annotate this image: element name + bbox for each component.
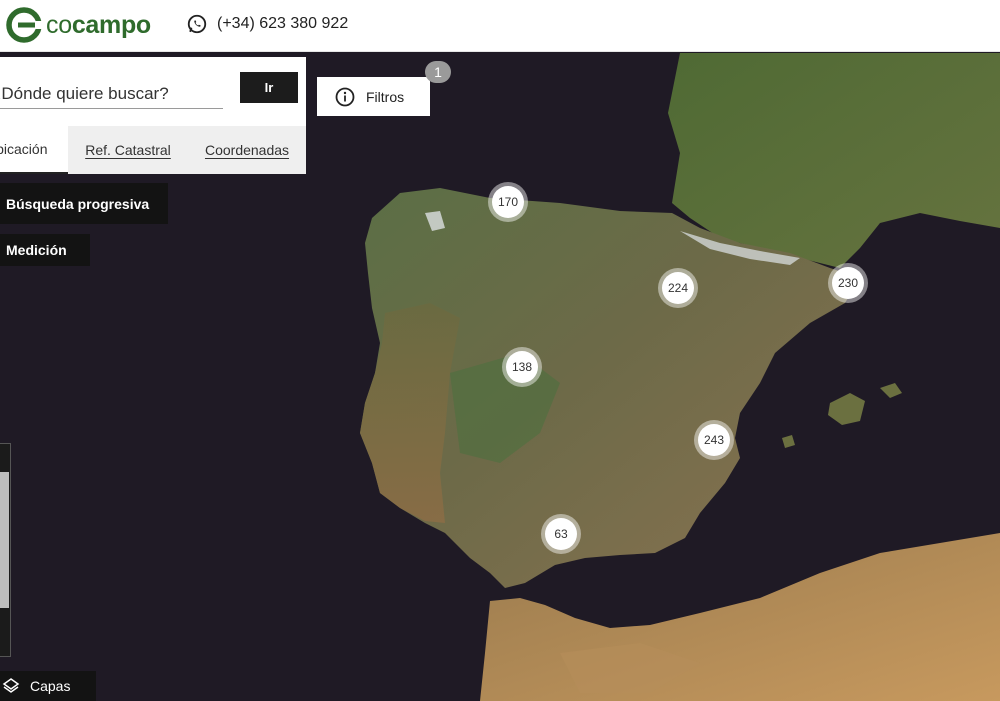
property-cluster-63[interactable]: 63 <box>541 514 581 554</box>
property-cluster-230[interactable]: 230 <box>828 263 868 303</box>
tab-ref-catastral[interactable]: Ref. Catastral <box>68 126 188 174</box>
measurement-button[interactable]: Medición <box>0 234 90 266</box>
search-go-button[interactable]: Ir <box>240 72 298 103</box>
phone-contact[interactable]: (+34) 623 380 922 <box>186 13 348 35</box>
layers-label: Capas <box>30 678 71 694</box>
filters-label: Filtros <box>366 88 405 105</box>
location-search-input[interactable] <box>0 83 223 109</box>
layers-button[interactable]: Capas <box>0 671 96 701</box>
property-cluster-224[interactable]: 224 <box>658 268 698 308</box>
filters-count-badge: 1 <box>425 61 451 83</box>
search-panel: Ir Ubicación Ref. Catastral Coordenadas <box>0 57 306 174</box>
property-cluster-243[interactable]: 243 <box>694 420 734 460</box>
logo-text: cocampo <box>46 10 151 39</box>
search-mode-tabs: Ubicación Ref. Catastral Coordenadas <box>0 126 306 174</box>
property-cluster-170[interactable]: 170 <box>488 182 528 222</box>
info-icon <box>335 87 355 106</box>
progressive-search-button[interactable]: Búsqueda progresiva <box>0 183 168 224</box>
side-collapsed-panel[interactable] <box>0 443 11 657</box>
cocampo-logo-icon <box>6 7 42 43</box>
app-header: cocampo (+34) 623 380 922 <box>0 0 1000 52</box>
tab-ubicacion[interactable]: Ubicación <box>0 126 68 174</box>
tab-coordenadas[interactable]: Coordenadas <box>188 126 306 174</box>
phone-number: (+34) 623 380 922 <box>217 15 349 32</box>
filters-button[interactable]: Filtros <box>317 77 430 116</box>
property-cluster-138[interactable]: 138 <box>502 347 542 387</box>
layers-icon <box>2 678 20 693</box>
cocampo-logo[interactable]: cocampo <box>6 7 151 43</box>
side-panel-track <box>0 472 9 608</box>
whatsapp-icon <box>187 14 207 34</box>
